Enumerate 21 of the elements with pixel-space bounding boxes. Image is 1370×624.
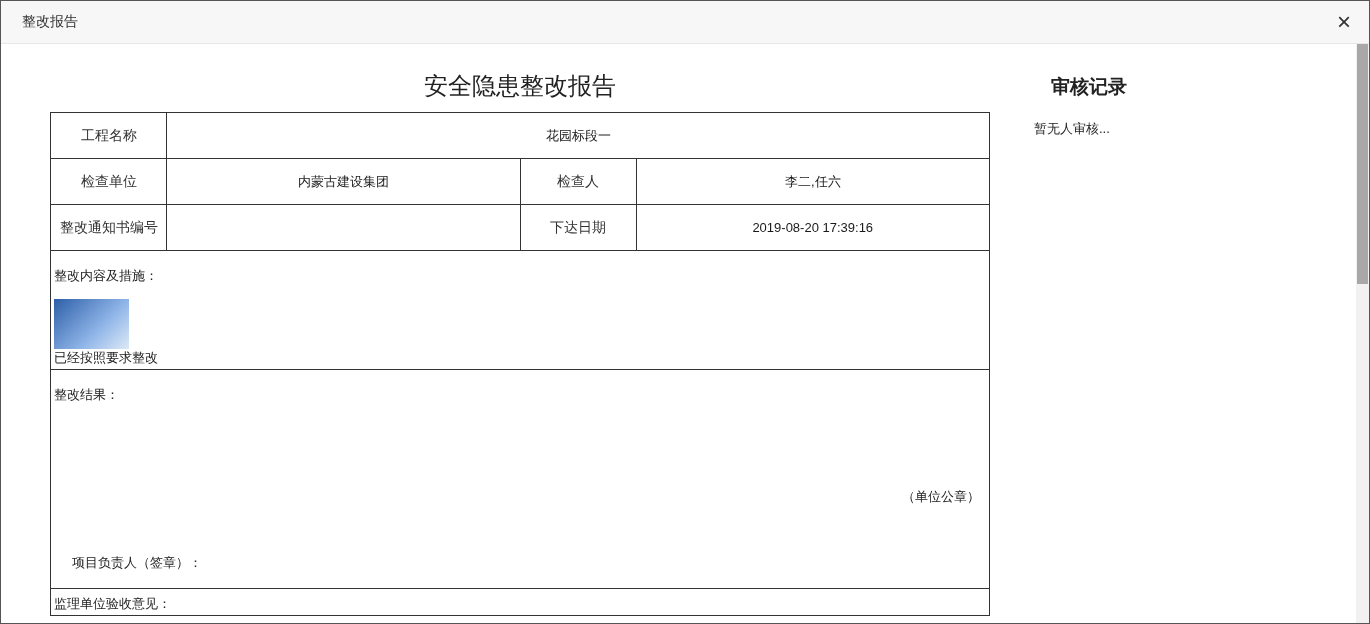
section-label: 整改内容及措施： bbox=[54, 267, 158, 285]
measure-description: 已经按照要求整改 bbox=[54, 349, 159, 367]
field-label: 下达日期 bbox=[520, 204, 636, 251]
field-value: 花园标段一 bbox=[166, 112, 990, 159]
scrollbar[interactable] bbox=[1356, 44, 1369, 623]
empty-message: 暂无人审核... bbox=[1034, 120, 1110, 138]
dialog-title: 整改报告 bbox=[22, 13, 78, 31]
seal-note: （单位公章） bbox=[902, 488, 980, 506]
field-value: 内蒙古建设集团 bbox=[166, 158, 520, 205]
field-value: 李二,任六 bbox=[636, 158, 990, 205]
field-label: 检查单位 bbox=[50, 158, 167, 205]
field-label: 检查人 bbox=[520, 158, 636, 205]
report-title: 安全隐患整改报告 bbox=[423, 71, 617, 101]
field-label: 整改通知书编号 bbox=[50, 204, 167, 251]
review-title: 审核记录 bbox=[1050, 75, 1128, 99]
field-value: 2019-08-20 17:39:16 bbox=[636, 204, 990, 251]
signature-label: 项目负责人（签章）： bbox=[72, 554, 203, 572]
section-label: 整改结果： bbox=[54, 386, 120, 404]
field-label: 工程名称 bbox=[50, 112, 167, 159]
section-label: 监理单位验收意见： bbox=[54, 595, 171, 613]
close-button[interactable]: × bbox=[1333, 10, 1355, 34]
